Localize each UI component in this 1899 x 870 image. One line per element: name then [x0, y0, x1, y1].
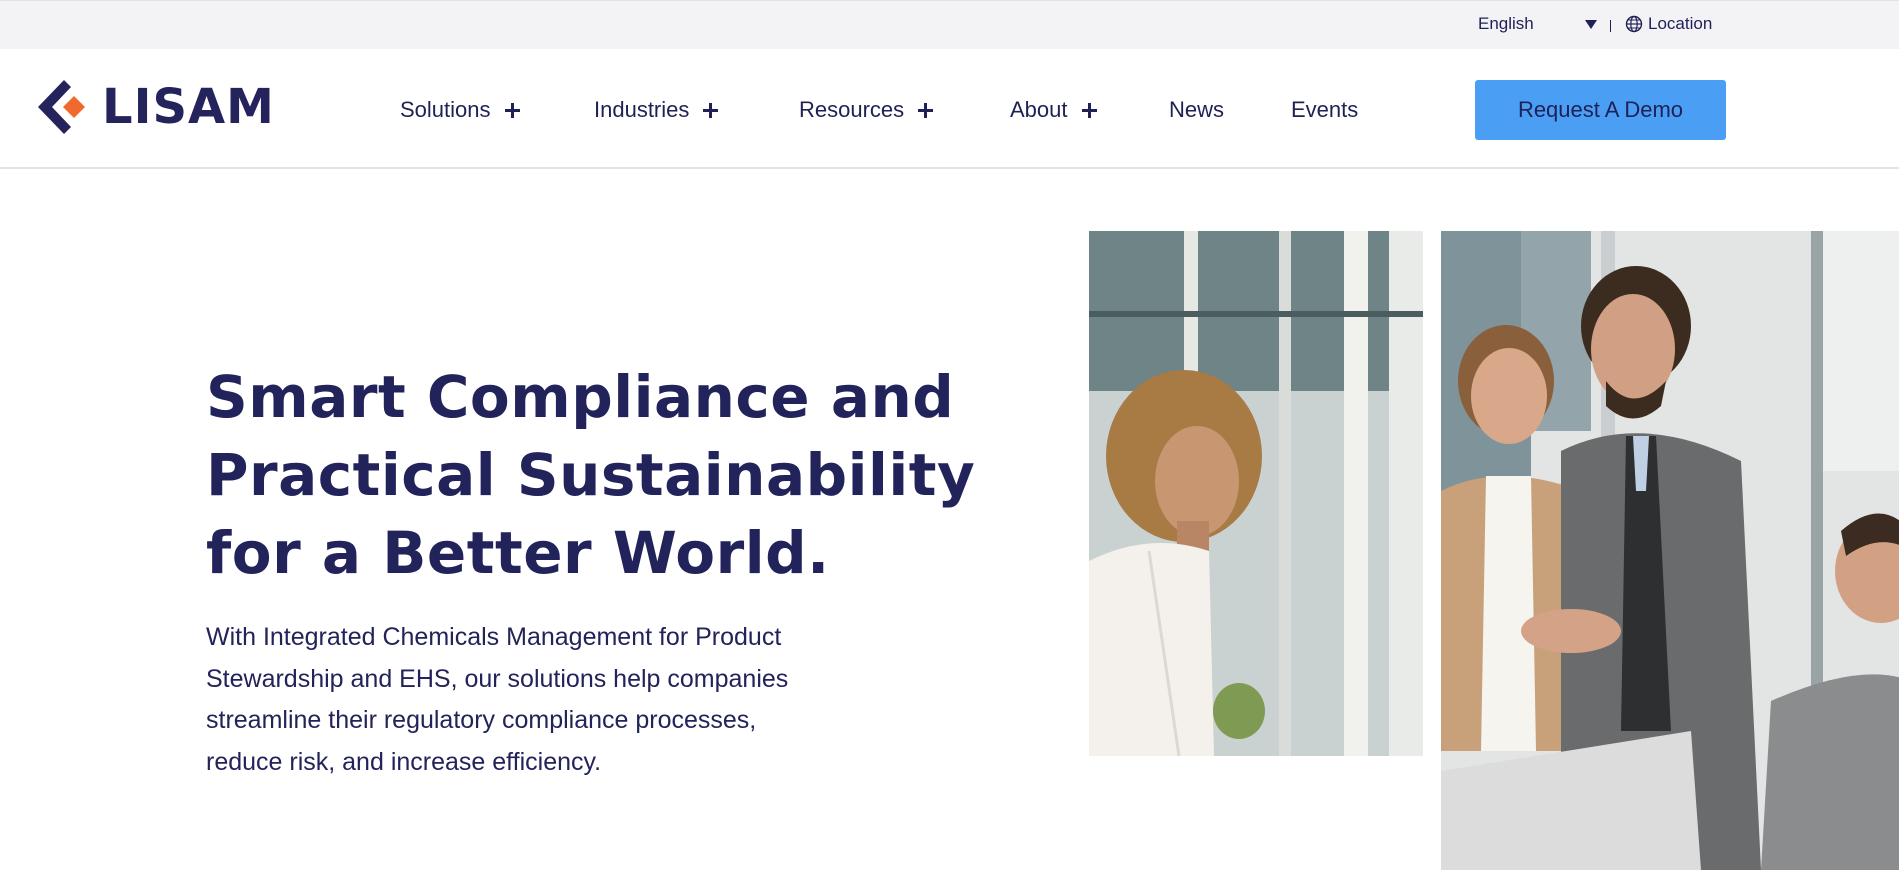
nav-label: Solutions: [400, 97, 491, 122]
plus-icon: [703, 102, 719, 118]
nav-label: Events: [1291, 97, 1359, 122]
nav-item-industries[interactable]: Industries: [594, 90, 719, 130]
plus-icon: [504, 102, 520, 118]
globe-icon: [1625, 15, 1643, 33]
logo-text: LISAM: [102, 79, 275, 135]
language-label: English: [1478, 14, 1534, 33]
hero-title-line: Practical Sustainability: [206, 441, 976, 509]
logo-mark-icon: [38, 80, 85, 134]
language-selector[interactable]: English: [1478, 11, 1598, 37]
lisam-logo[interactable]: LISAM: [36, 78, 275, 136]
hero-photo-woman: [1089, 231, 1423, 756]
utility-bar: English Location: [0, 0, 1899, 49]
hero-description-line: streamline their regulatory compliance p…: [206, 706, 757, 734]
nav-item-resources[interactable]: Resources: [799, 90, 934, 130]
hero-title: Smart Compliance and Practical Sustainab…: [206, 358, 976, 592]
site-header: LISAM Solutions Industries Resources Abo…: [0, 49, 1899, 169]
hero-description-line: With Integrated Chemicals Management for…: [206, 623, 782, 651]
hero-title-line: for a Better World.: [206, 519, 830, 587]
request-demo-button[interactable]: Request A Demo: [1475, 80, 1726, 140]
nav-label: Resources: [799, 97, 905, 122]
caret-down-icon: [1585, 20, 1597, 29]
photo-illustration: [1089, 231, 1423, 756]
nav-item-events[interactable]: Events: [1291, 90, 1358, 130]
hero-photo-team: [1441, 231, 1899, 870]
nav-label: About: [1010, 97, 1068, 122]
location-link[interactable]: Location: [1625, 11, 1712, 37]
nav-item-solutions[interactable]: Solutions: [400, 90, 520, 130]
hero-title-line: Smart Compliance and: [206, 363, 955, 431]
nav-item-news[interactable]: News: [1169, 90, 1224, 130]
nav-item-about[interactable]: About: [1010, 90, 1097, 130]
plus-icon: [918, 102, 934, 118]
photo-illustration: [1441, 231, 1899, 870]
utility-divider: [1610, 20, 1611, 32]
plus-icon: [1081, 102, 1097, 118]
location-label: Location: [1648, 14, 1713, 33]
nav-label: News: [1169, 97, 1225, 122]
hero-description: With Integrated Chemicals Management for…: [206, 617, 946, 783]
hero-description-line: Stewardship and EHS, our solutions help …: [206, 664, 789, 693]
nav-label: Industries: [594, 97, 690, 122]
hero-description-line: reduce risk, and increase efficiency.: [206, 747, 602, 776]
